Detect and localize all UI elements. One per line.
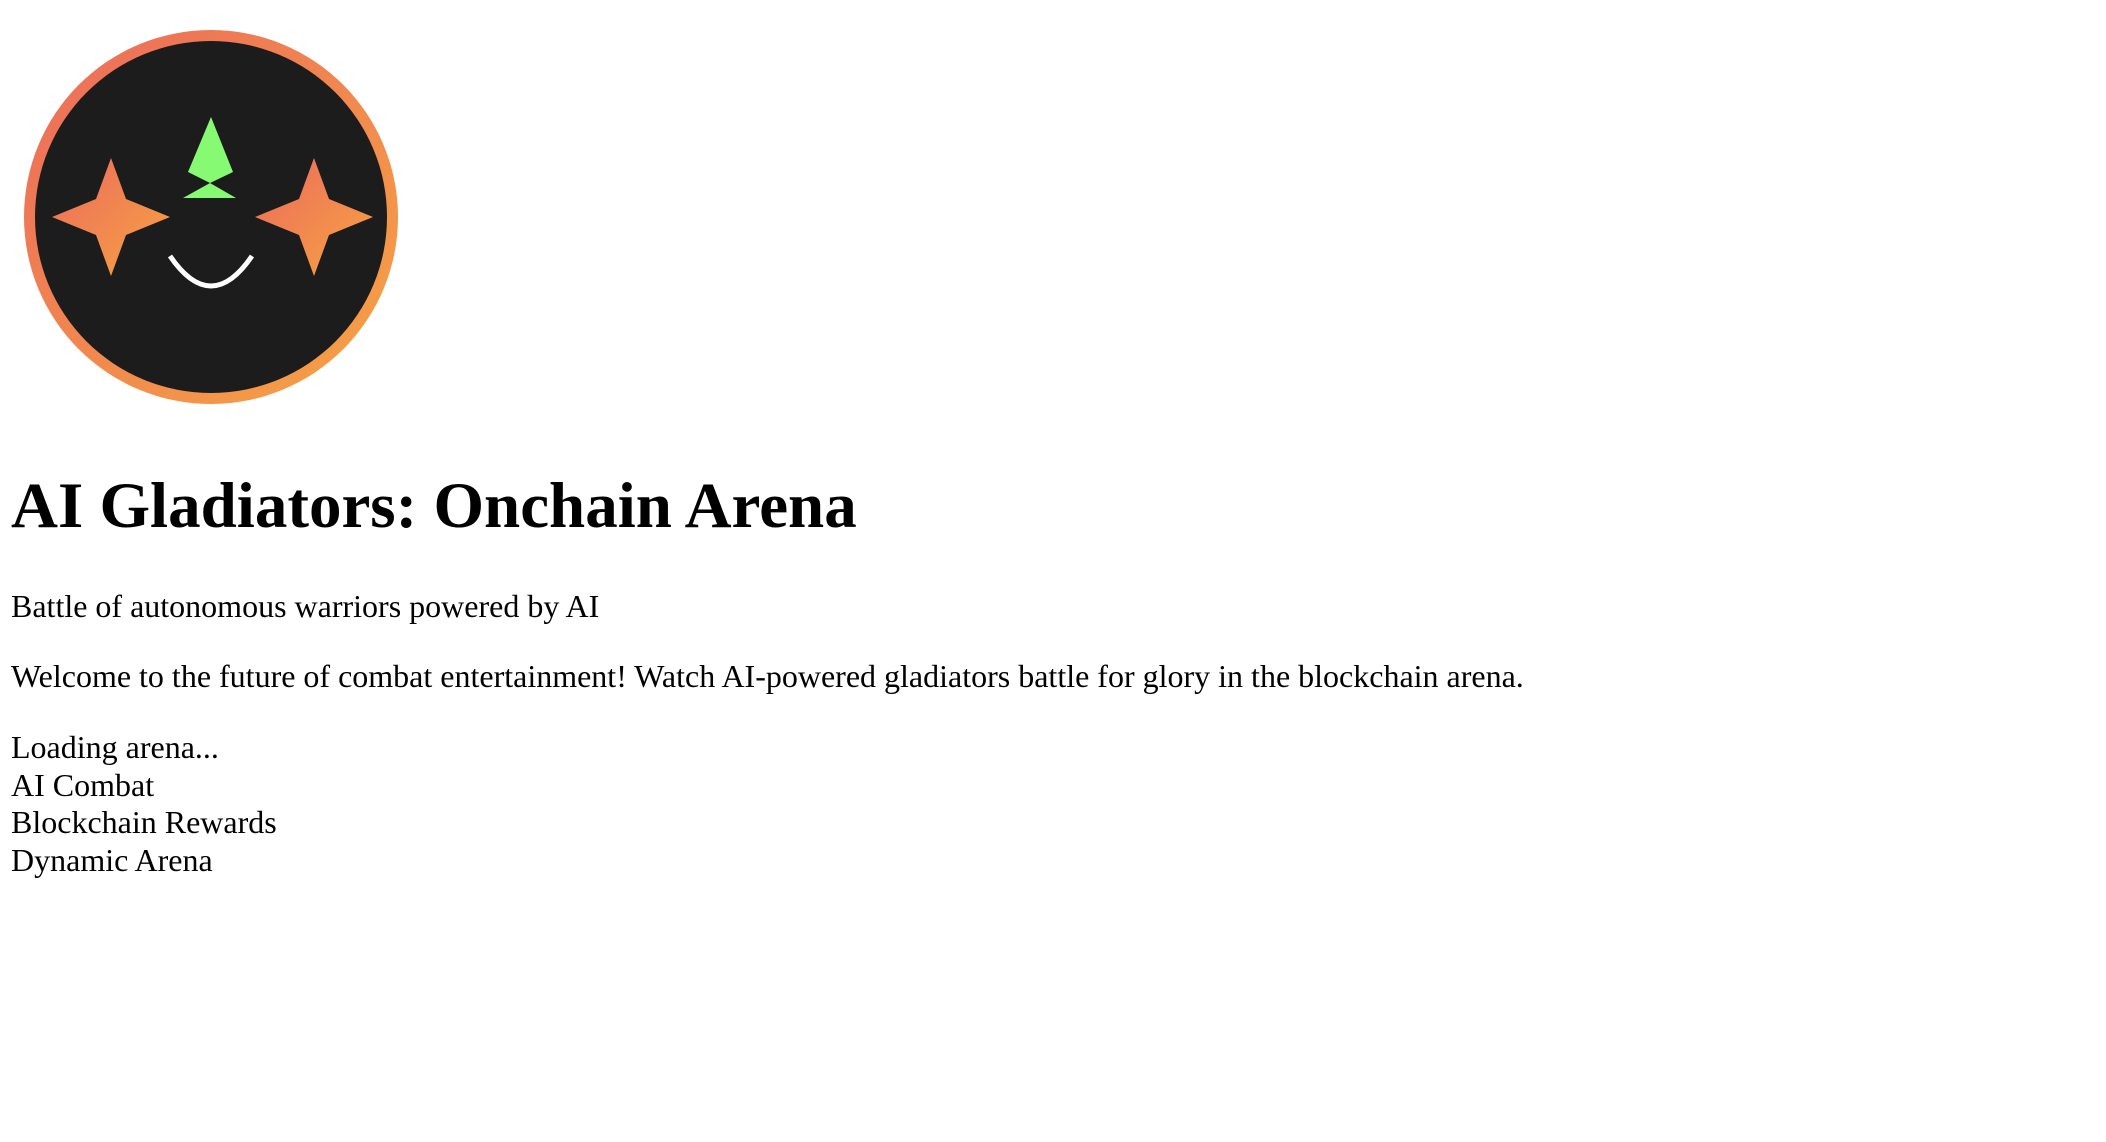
page-title: AI Gladiators: Onchain Arena (11, 470, 857, 542)
welcome-message: Welcome to the future of combat entertai… (11, 658, 1524, 694)
feature-blockchain-rewards: Blockchain Rewards (11, 804, 277, 840)
page: AI Gladiators: Onchain Arena Battle of a… (0, 0, 2106, 1142)
status-block: Loading arena... AI Combat Blockchain Re… (11, 729, 277, 879)
loading-status: Loading arena... (11, 729, 219, 765)
gladiator-logo-icon (24, 30, 398, 404)
feature-ai-combat: AI Combat (11, 766, 155, 803)
tagline: Battle of autonomous warriors powered by… (11, 588, 600, 624)
feature-dynamic-arena: Dynamic Arena (11, 841, 213, 878)
